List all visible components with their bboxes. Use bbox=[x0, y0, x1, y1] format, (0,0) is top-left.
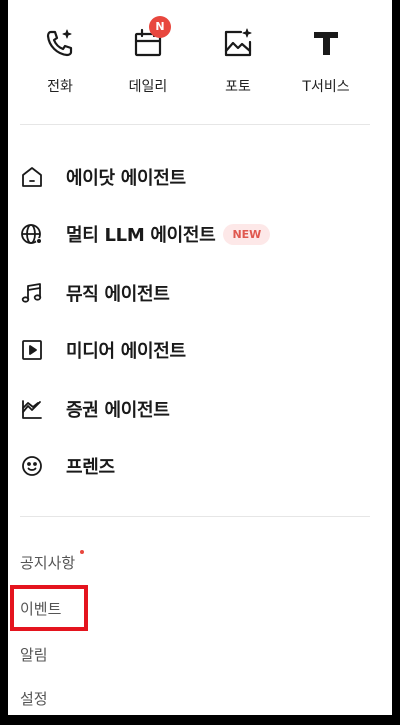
play-square-icon bbox=[20, 338, 44, 362]
footer-item-label: 설정 bbox=[20, 690, 48, 708]
menu-item-friends[interactable]: 프렌즈 bbox=[20, 446, 372, 486]
new-badge: NEW bbox=[223, 223, 271, 245]
footer-item-alarm[interactable]: 알림 bbox=[20, 644, 48, 665]
menu-item-adot-agent[interactable]: 에이닷 에이전트 bbox=[20, 157, 372, 197]
stock-chart-icon bbox=[20, 397, 44, 421]
footer-item-label: 공지사항 bbox=[20, 554, 76, 572]
phone-sparkle-icon bbox=[43, 26, 77, 60]
highlight-box bbox=[10, 585, 88, 631]
footer-item-notice[interactable]: 공지사항 bbox=[20, 550, 85, 573]
menu-item-label: 뮤직 에이전트 bbox=[66, 284, 170, 305]
quick-item-label: 데일리 bbox=[128, 79, 168, 95]
menu-item-label: 멀티 LLM 에이전트 bbox=[66, 225, 216, 246]
divider bbox=[20, 516, 370, 517]
menu-item-label: 프렌즈 bbox=[66, 457, 115, 478]
smiley-icon bbox=[20, 454, 44, 478]
home-icon bbox=[20, 165, 44, 189]
quick-item-label: 전화 bbox=[47, 79, 73, 95]
footer-item-label: 알림 bbox=[20, 646, 48, 664]
music-note-icon bbox=[20, 281, 44, 305]
footer-item-settings[interactable]: 설정 bbox=[20, 688, 48, 709]
calendar-icon: N bbox=[131, 16, 171, 60]
quick-item-label: T서비스 bbox=[302, 79, 350, 95]
menu-item-stock-agent[interactable]: 증권 에이전트 bbox=[20, 389, 372, 429]
t-logo-icon bbox=[309, 26, 343, 60]
side-menu-panel: 전화 N 데일리 포토 T서비스 에이닷 에이전트 멀티 LLM 에이전트 NE… bbox=[8, 0, 392, 715]
new-notification-badge: N bbox=[149, 16, 171, 38]
menu-item-music-agent[interactable]: 뮤직 에이전트 bbox=[20, 273, 372, 313]
quick-item-tservice[interactable]: T서비스 bbox=[286, 26, 366, 98]
quick-item-label: 포토 bbox=[225, 79, 251, 95]
globe-icon bbox=[20, 222, 44, 246]
quick-menu: 전화 N 데일리 포토 T서비스 bbox=[8, 16, 392, 98]
divider bbox=[20, 124, 370, 125]
notification-dot bbox=[80, 550, 85, 554]
menu-item-multi-llm-agent[interactable]: 멀티 LLM 에이전트 NEW bbox=[20, 214, 372, 254]
menu-item-label: 미디어 에이전트 bbox=[66, 341, 186, 362]
menu-item-label: 증권 에이전트 bbox=[66, 400, 170, 421]
photo-sparkle-icon bbox=[221, 26, 255, 60]
menu-item-media-agent[interactable]: 미디어 에이전트 bbox=[20, 330, 372, 370]
quick-item-photo[interactable]: 포토 bbox=[198, 26, 278, 98]
quick-item-daily[interactable]: N 데일리 bbox=[108, 16, 188, 98]
menu-item-label: 에이닷 에이전트 bbox=[66, 168, 186, 189]
quick-item-phone[interactable]: 전화 bbox=[20, 26, 100, 98]
